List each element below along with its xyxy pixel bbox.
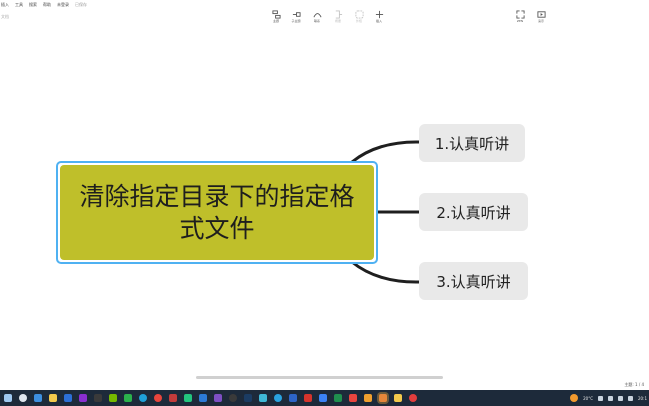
branch-topic-2[interactable]: 2.认真听讲: [419, 193, 528, 231]
telegram-icon[interactable]: [274, 394, 282, 402]
temperature: 20°C: [583, 395, 594, 401]
app4-icon[interactable]: [319, 394, 327, 402]
branch-topic-3[interactable]: 3.认真听讲: [419, 262, 528, 300]
central-topic-text: 清除指定目录下的指定格式文件: [60, 165, 374, 260]
clock[interactable]: 20:1: [638, 396, 647, 401]
app6-icon[interactable]: [349, 394, 357, 402]
xmind-icon[interactable]: [379, 394, 387, 402]
app2-icon[interactable]: [259, 394, 267, 402]
edge-icon[interactable]: [139, 394, 147, 402]
chrome-icon[interactable]: [154, 394, 162, 402]
netease-icon[interactable]: [304, 394, 312, 402]
app5-icon[interactable]: [334, 394, 342, 402]
search-icon[interactable]: [19, 394, 27, 402]
app3-icon[interactable]: [289, 394, 297, 402]
wechat-icon[interactable]: [124, 394, 132, 402]
visual-studio-icon[interactable]: [214, 394, 222, 402]
app-icon[interactable]: [169, 394, 177, 402]
system-tray: 20°C 20:1: [570, 390, 647, 406]
central-topic[interactable]: 清除指定目录下的指定格式文件: [56, 161, 378, 264]
branch-topic-1[interactable]: 1.认真听讲: [419, 124, 525, 162]
topic-counter: 主题: 1 / 4: [624, 382, 644, 387]
wifi-icon[interactable]: [608, 395, 614, 401]
tray-up-icon[interactable]: [598, 395, 604, 401]
windows-icon[interactable]: [4, 394, 12, 402]
connector-branch-3: [351, 260, 421, 284]
app7-icon[interactable]: [364, 394, 372, 402]
connector-branch-1: [351, 140, 421, 164]
volume-icon[interactable]: [618, 395, 624, 401]
horizontal-scrollbar[interactable]: [196, 376, 443, 379]
folder-icon[interactable]: [34, 394, 42, 402]
steam-icon[interactable]: [244, 394, 252, 402]
weather-icon[interactable]: [570, 394, 579, 402]
taskbar: 20°C 20:1: [0, 390, 649, 406]
git-icon[interactable]: [229, 394, 237, 402]
pycharm-icon[interactable]: [184, 394, 192, 402]
nvidia-icon[interactable]: [109, 394, 117, 402]
photoshop-icon[interactable]: [64, 394, 72, 402]
record-icon[interactable]: [409, 394, 417, 402]
folder2-icon[interactable]: [394, 394, 402, 402]
file-explorer-icon[interactable]: [49, 394, 57, 402]
terminal-icon[interactable]: [94, 394, 102, 402]
battery-icon[interactable]: [628, 395, 634, 401]
vscode-icon[interactable]: [199, 394, 207, 402]
premiere-icon[interactable]: [79, 394, 87, 402]
